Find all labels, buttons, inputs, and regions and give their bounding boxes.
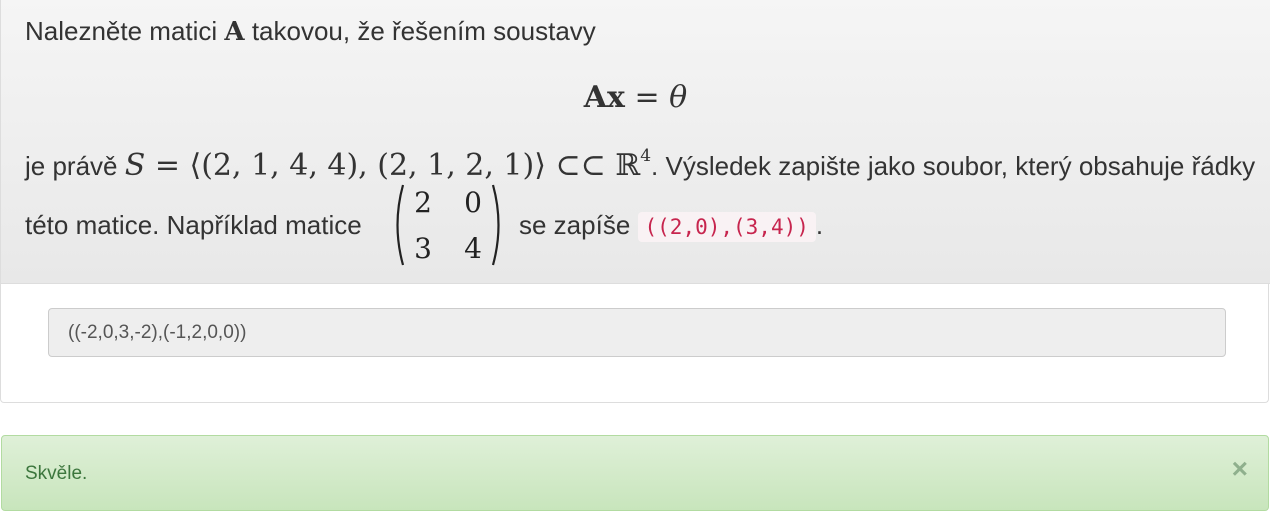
problem-panel: Nalezněte matici A takovou, že řešením s… xyxy=(0,0,1270,403)
answer-value: ((-2,0,3,-2),(-1,2,0,0)) xyxy=(68,322,247,343)
problem-line-4: této matice. Například matice xyxy=(25,210,362,241)
matrix-cell-1-2: 0 xyxy=(464,186,482,219)
line3-start: je právě xyxy=(25,151,125,181)
matrix-cell-2-2: 4 xyxy=(464,232,482,265)
example-code: ((2,0),(3,4)) xyxy=(637,212,816,242)
set-symbol: S xyxy=(124,148,146,183)
line4-start: této matice. Například matice xyxy=(25,210,362,240)
feedback-message: Skvěle. xyxy=(25,463,88,484)
equation-lhs: Ax xyxy=(583,80,625,115)
problem-line-3: je právě S = ⟨(2, 1, 4, 4), (2, 1, 2, 1)… xyxy=(25,146,1256,183)
equation-display: Ax = θ xyxy=(1,80,1270,115)
line3-tail: . Výsledek zapište jako soubor, který ob… xyxy=(651,151,1256,181)
right-paren xyxy=(491,184,505,266)
example-matrix: 2 0 3 4 xyxy=(391,184,507,270)
matrix-cell-2-1: 3 xyxy=(414,232,432,265)
line4-mid: se zapíše xyxy=(519,210,638,240)
success-alert: Skvěle. × xyxy=(1,435,1269,511)
equation-rhs: θ xyxy=(669,80,688,115)
equation-eq: = xyxy=(624,80,670,115)
field-exponent: 4 xyxy=(640,146,652,166)
problem-intro: Nalezněte matici xyxy=(25,16,225,46)
close-icon[interactable]: × xyxy=(1232,455,1248,483)
problem-line-1: Nalezněte matici A takovou, že řešením s… xyxy=(25,16,596,47)
problem-intro-tail: takovou, že řešením soustavy xyxy=(244,16,596,46)
field-symbol: ℝ xyxy=(615,148,641,183)
matrix-cell-1-1: 2 xyxy=(414,186,432,219)
matrix-symbol: A xyxy=(224,17,245,47)
answer-field[interactable]: ((-2,0,3,-2),(-1,2,0,0)) xyxy=(48,308,1226,357)
line4-end: . xyxy=(815,210,824,240)
problem-statement: Nalezněte matici A takovou, že řešením s… xyxy=(1,0,1270,284)
problem-line-4-tail: se zapíše ((2,0),(3,4)). xyxy=(519,210,824,242)
left-paren xyxy=(391,184,405,266)
set-definition: = ⟨(2, 1, 4, 4), (2, 1, 2, 1)⟩ ⊂⊂ xyxy=(145,148,616,183)
